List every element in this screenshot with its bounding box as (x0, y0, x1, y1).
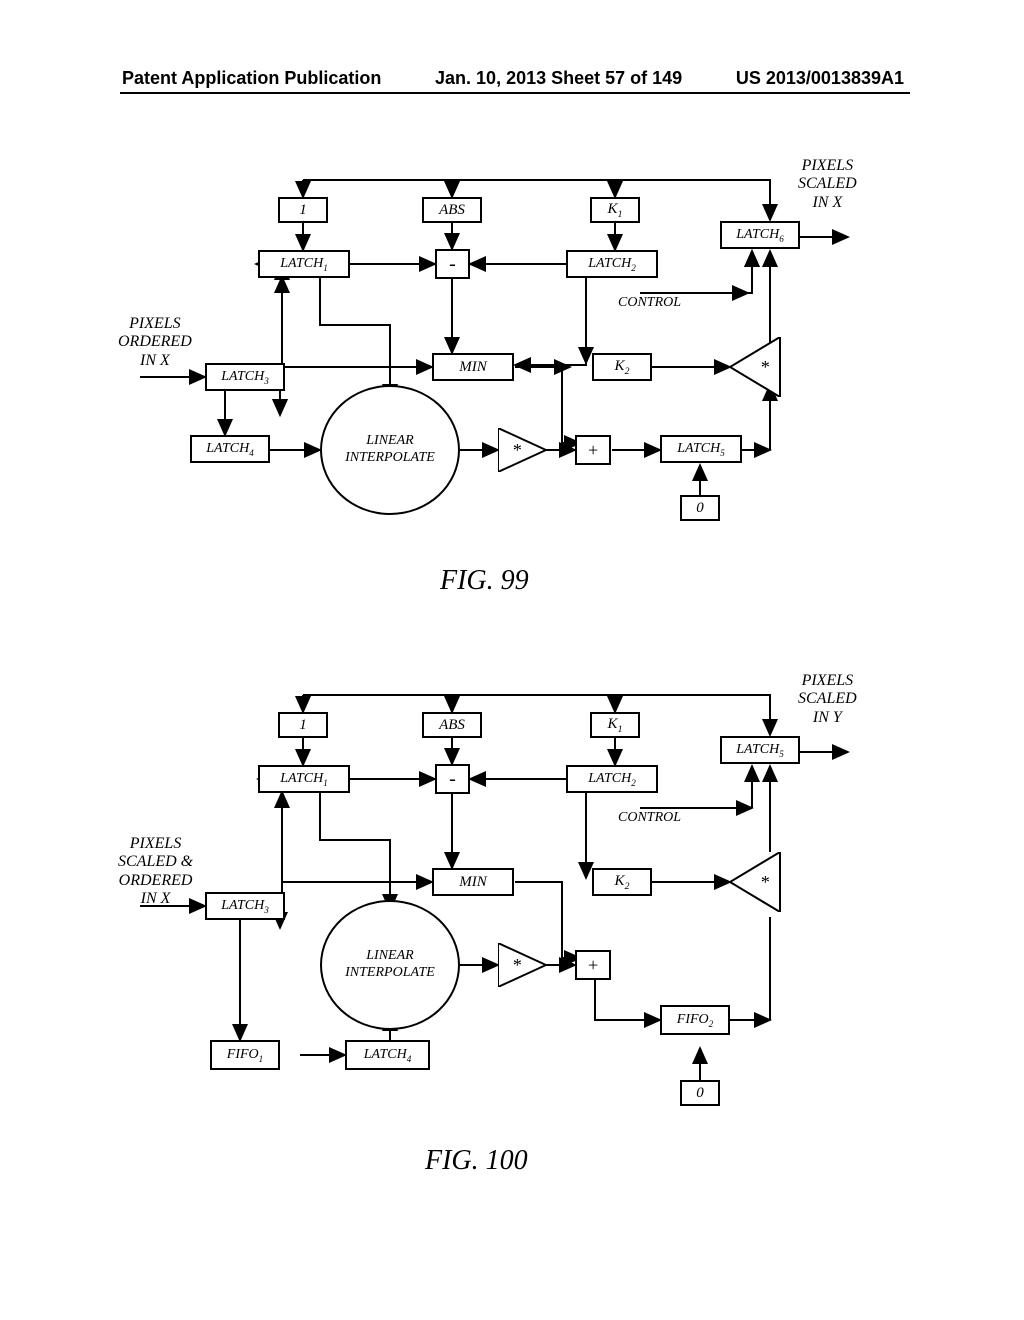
svg-text:*: * (760, 357, 769, 377)
block-latch2-99: LATCH2 (566, 250, 658, 278)
diagram-fig-99: 1 ABS K1 LATCH6 LATCH1 - LATCH2 CONTROL … (0, 145, 1024, 605)
block-abs-99: ABS (422, 197, 482, 223)
block-mul-tri-100: * (730, 852, 790, 917)
block-min-99: MIN (432, 353, 514, 381)
block-abs-100: ABS (422, 712, 482, 738)
block-zero-100: 0 (680, 1080, 720, 1106)
block-k2-100: K2 (592, 868, 652, 896)
diagram-fig-100: 1 ABS K1 LATCH5 LATCH1 - LATCH2 CONTROL … (0, 660, 1024, 1180)
block-fifo2-100: FIFO2 (660, 1005, 730, 1035)
block-minus-100: - (435, 764, 470, 794)
header-center: Jan. 10, 2013 Sheet 57 of 149 (435, 68, 682, 89)
block-fifo1-100: FIFO1 (210, 1040, 280, 1070)
block-min-100: MIN (432, 868, 514, 896)
block-latch5-out-100: LATCH5 (720, 736, 800, 764)
caption-fig-100: FIG. 100 (425, 1145, 528, 1177)
block-latch1-100: LATCH1 (258, 765, 350, 793)
block-mul-star-100: * (498, 943, 548, 992)
svg-text:*: * (512, 955, 521, 975)
svg-text:*: * (512, 440, 521, 460)
label-input-100: PIXELS SCALED & ORDERED IN X (118, 835, 193, 909)
label-input-99: PIXELS ORDERED IN X (118, 315, 192, 370)
block-latch3-100: LATCH3 (205, 892, 285, 920)
block-linear-interpolate-99: LINEAR INTERPOLATE (320, 385, 460, 515)
block-k1-100: K1 (590, 712, 640, 738)
block-latch4-99: LATCH4 (190, 435, 270, 463)
caption-fig-99: FIG. 99 (440, 565, 529, 597)
block-mul-star-99: * (498, 428, 548, 477)
block-k2-99: K2 (592, 353, 652, 381)
block-latch2-100: LATCH2 (566, 765, 658, 793)
connections-fig-100 (0, 660, 1024, 1180)
block-zero-99: 0 (680, 495, 720, 521)
block-one-99: 1 (278, 197, 328, 223)
block-plus-100: + (575, 950, 611, 980)
block-k1-99: K1 (590, 197, 640, 223)
block-latch3-99: LATCH3 (205, 363, 285, 391)
block-latch6-99: LATCH6 (720, 221, 800, 249)
header-left: Patent Application Publication (122, 68, 381, 89)
svg-text:*: * (760, 872, 769, 892)
page-header: Patent Application Publication Jan. 10, … (0, 68, 1024, 89)
block-latch1-99: LATCH1 (258, 250, 350, 278)
label-output-100: PIXELS SCALED IN Y (798, 672, 857, 727)
block-linear-interpolate-100: LINEAR INTERPOLATE (320, 900, 460, 1030)
block-plus-99: + (575, 435, 611, 465)
label-output-99: PIXELS SCALED IN X (798, 157, 857, 212)
header-rule (120, 92, 910, 94)
label-control-99: CONTROL (618, 295, 681, 311)
label-control-100: CONTROL (618, 810, 681, 826)
header-right: US 2013/0013839A1 (736, 68, 904, 89)
block-latch5-99: LATCH5 (660, 435, 742, 463)
block-latch4-100: LATCH4 (345, 1040, 430, 1070)
block-one-100: 1 (278, 712, 328, 738)
block-minus-99: - (435, 249, 470, 279)
